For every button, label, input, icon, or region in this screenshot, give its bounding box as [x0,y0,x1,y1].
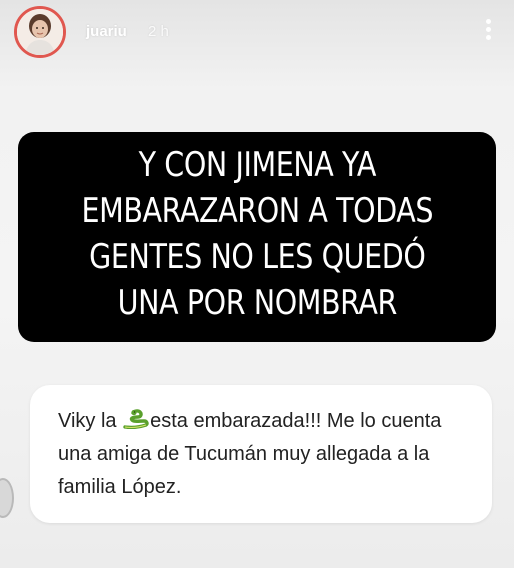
caption-line: UNA POR NOMBRAR [117,283,397,323]
story-caption: Y CON JIMENA YA EMBARAZARON A TODAS GENT… [0,132,514,342]
profile-photo-icon [17,9,63,55]
question-sticker-card: Viky la esta embarazada!!! Me lo cuenta … [30,385,492,523]
caption-line: EMBARAZARON A TODAS [81,191,433,231]
more-vertical-icon[interactable] [480,16,496,46]
caption-line: GENTES NO LES QUEDÓ [88,237,426,277]
caption-line: Y CON JIMENA YA [138,145,376,185]
story-timestamp: 2 h [148,23,169,40]
story-viewer: juariu 2 h Y CON JIMENA YA EMBARAZARON A… [0,0,514,568]
story-username[interactable]: juariu [86,23,127,40]
question-text-start: Viky la [58,410,123,432]
question-text: Viky la esta embarazada!!! Me lo cuenta … [58,405,466,504]
snake-icon [123,409,149,429]
caption-text-box: Y CON JIMENA YA EMBARAZARON A TODAS GENT… [17,132,497,342]
story-header: juariu 2 h [0,0,514,64]
reply-avatar-icon[interactable] [0,478,14,518]
avatar[interactable] [14,6,66,58]
